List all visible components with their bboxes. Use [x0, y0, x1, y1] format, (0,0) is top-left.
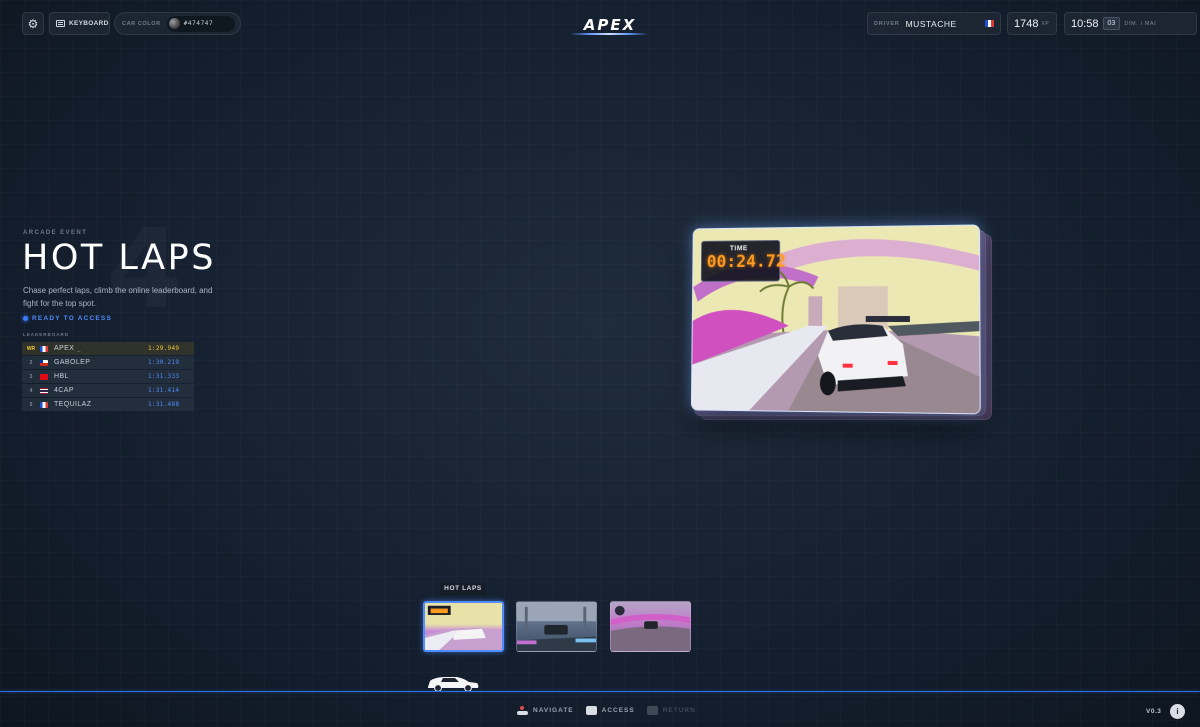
leaderboard-name: 4CAP [54, 387, 74, 394]
clock-time: 10:58 [1071, 17, 1099, 30]
status-dot-icon [23, 316, 28, 321]
event-title: HOT LAPS [22, 238, 216, 278]
leaderboard-extra: _ [77, 346, 82, 352]
escape-key-icon [646, 706, 658, 715]
access-label: ACCESS [601, 707, 635, 714]
control-hints: NAVIGATE ACCESS RETURN [517, 706, 696, 715]
leaderboard-time: 1:31.488 [148, 401, 180, 408]
leaderboard-rank: 2 [29, 359, 33, 366]
leaderboard-rank: WR [26, 345, 36, 352]
gear-icon: ⚙ [27, 16, 39, 31]
car-progress-icon [428, 677, 479, 692]
car-color-field[interactable]: #474747 [166, 15, 236, 32]
thumbnail-image [425, 605, 502, 650]
leaderboard-name: GABOLEP [54, 359, 91, 366]
clock-day: 03 [1102, 17, 1121, 30]
driver-name: MUSTACHE [905, 18, 957, 29]
clock-date: DIM. / MAI [1124, 20, 1157, 27]
event-thumbnail-hot-laps[interactable] [423, 601, 504, 652]
event-status-label: READY TO ACCESS [32, 315, 113, 322]
leaderboard-row: WR APEX _ 1:29.949 [22, 342, 194, 355]
navigate-label: NAVIGATE [533, 707, 574, 714]
car-color-label: CAR COLOR [122, 20, 161, 27]
driver-label: DRIVER [874, 20, 900, 27]
access-hint: ACCESS [585, 706, 635, 715]
thumbnail-image [517, 602, 596, 651]
info-button[interactable]: i [1170, 704, 1185, 719]
turkey-flag-icon [40, 373, 48, 380]
leaderboard-player: APEX [54, 345, 75, 352]
leaderboard: WR APEX _ 1:29.949 2 GABOLEP 1:30.219 3 H… [22, 342, 194, 412]
logo-underline [570, 33, 648, 35]
navigate-hint: NAVIGATE [517, 706, 574, 715]
france-flag-icon [985, 20, 994, 27]
leaderboard-row: 5 TEQUILAZ 1:31.488 [22, 398, 194, 411]
leaderboard-rank: 4 [29, 387, 33, 394]
car-color-picker[interactable]: CAR COLOR #474747 [114, 12, 241, 35]
event-thumbnail-2[interactable] [516, 601, 597, 652]
event-preview-stack: TIME 00:24.72 [688, 224, 996, 426]
top-bar: ⚙ KEYBOARD CAR COLOR #474747 APEX DRIVER… [22, 12, 1197, 36]
event-preview-card[interactable]: TIME 00:24.72 [690, 224, 981, 415]
carousel-progress-line [0, 691, 1200, 692]
car-color-value: #474747 [183, 20, 214, 27]
france-flag-icon [40, 345, 48, 352]
keyboard-button[interactable]: KEYBOARD [49, 12, 110, 35]
leaderboard-title: LEADERBOARD [23, 332, 70, 337]
leaderboard-name: HBL [54, 373, 69, 380]
lap-timer-value: 00:24.72 [706, 251, 786, 273]
event-status: READY TO ACCESS [23, 315, 112, 322]
thumbnail-image [611, 605, 690, 651]
keyboard-icon [56, 20, 65, 27]
leaderboard-name: TEQUILAZ [54, 401, 92, 408]
leaderboard-row: 4 4CAP 1:31.414 [22, 384, 194, 397]
xp-unit: XP [1041, 20, 1050, 27]
leaderboard-time: 1:29.949 [148, 345, 180, 352]
event-description: Chase perfect laps, climb the online lea… [23, 286, 213, 308]
leaderboard-row: 2 GABOLEP 1:30.219 [22, 356, 194, 369]
thailand-flag-icon [40, 387, 48, 394]
xp-value: 1748 [1014, 17, 1039, 30]
keyboard-label: KEYBOARD [69, 20, 109, 27]
leaderboard-rank: 3 [29, 373, 33, 380]
active-event-label: HOT LAPS [440, 583, 486, 595]
clock: 10:58 03 DIM. / MAI [1064, 12, 1197, 35]
app-logo: APEX [583, 16, 637, 34]
return-hint: RETURN [646, 706, 696, 715]
leaderboard-time: 1:31.333 [148, 373, 180, 380]
settings-button[interactable]: ⚙ [22, 12, 44, 35]
leaderboard-rank: 5 [29, 401, 33, 408]
driver-badge[interactable]: DRIVER MUSTACHE [867, 12, 1001, 35]
leaderboard-time: 1:31.414 [148, 387, 180, 394]
xp-counter: 1748 XP [1007, 12, 1057, 35]
enter-key-icon [585, 706, 597, 715]
leaderboard-row: 3 HBL 1:31.333 [22, 370, 194, 383]
joystick-icon [517, 706, 528, 715]
leaderboard-time: 1:30.219 [148, 359, 180, 366]
chile-flag-icon [40, 359, 48, 366]
color-swatch [168, 18, 180, 29]
leaderboard-name: APEX _ [54, 345, 148, 352]
event-thumbnail-3[interactable] [610, 601, 691, 652]
version-label: V0.3 [1146, 708, 1162, 715]
return-label: RETURN [662, 707, 696, 714]
event-kicker: ARCADE EVENT [23, 230, 88, 236]
lap-timer: TIME 00:24.72 [700, 239, 786, 282]
france-flag-icon [40, 401, 48, 408]
